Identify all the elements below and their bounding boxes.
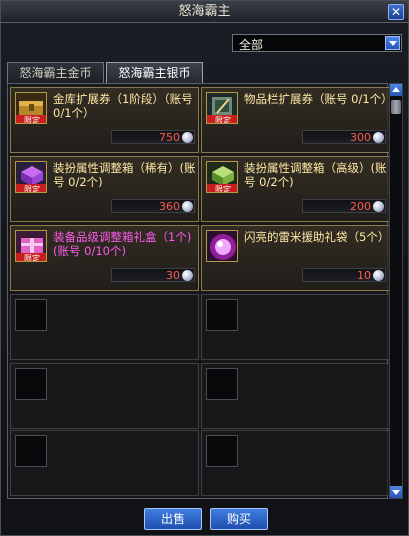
empty-icon-box xyxy=(15,435,47,467)
item-name: 装扮属性调整箱（高级）(账号 0/2个) xyxy=(244,161,387,189)
shop-window: 怒海霸主 ✕ 全部 怒海霸主金币 怒海霸主银币 限定 金库扩展券（1阶段）（账号… xyxy=(0,0,409,536)
limited-badge: 限定 xyxy=(24,253,40,262)
item-price: 30 xyxy=(166,269,180,282)
silver-coin-icon xyxy=(182,132,193,143)
gold-chest-icon: 限定 xyxy=(15,92,47,124)
glowing-bag-icon xyxy=(206,230,238,262)
empty-slot xyxy=(10,363,199,429)
vertical-scrollbar[interactable] xyxy=(389,83,403,499)
tab-silver-coin[interactable]: 怒海霸主银币 xyxy=(106,62,203,83)
item-name: 金库扩展券（1阶段）（账号 0/1个） xyxy=(53,92,193,120)
price-bar: 360 xyxy=(111,199,195,213)
green-box-icon: 限定 xyxy=(206,161,238,193)
scroll-thumb[interactable] xyxy=(391,100,401,114)
filter-selected-value: 全部 xyxy=(239,38,264,52)
window-title: 怒海霸主 xyxy=(178,4,231,19)
item-price: 360 xyxy=(159,200,180,213)
close-button[interactable]: ✕ xyxy=(388,4,404,20)
price-bar: 10 xyxy=(302,268,386,282)
category-filter-select[interactable]: 全部 xyxy=(232,34,402,52)
purple-box-icon: 限定 xyxy=(15,161,47,193)
limited-badge: 限定 xyxy=(215,115,231,124)
item-name: 闪亮的雷米援助礼袋（5个） xyxy=(244,230,390,244)
item-price: 10 xyxy=(357,269,371,282)
shop-item-slot[interactable]: 限定 装扮属性调整箱（高级）(账号 0/2个) 200 xyxy=(201,156,390,222)
empty-slot xyxy=(10,294,199,360)
item-name: 装备品级调整箱礼盒（1个)(账号 0/10个) xyxy=(53,230,192,258)
empty-slot xyxy=(201,294,390,360)
buy-button[interactable]: 购买 xyxy=(210,508,268,530)
pink-gift-box-icon: 限定 xyxy=(15,230,47,262)
price-bar: 750 xyxy=(111,130,195,144)
price-bar: 200 xyxy=(302,199,386,213)
silver-coin-icon xyxy=(373,201,384,212)
item-price: 300 xyxy=(350,131,371,144)
empty-slot xyxy=(10,430,199,496)
item-name: 物品栏扩展券（账号 0/1个） xyxy=(244,92,393,106)
shop-item-slot[interactable]: 限定 物品栏扩展券（账号 0/1个） 300 xyxy=(201,87,393,153)
silver-coin-icon xyxy=(373,270,384,281)
scroll-up-icon[interactable] xyxy=(390,84,402,96)
scroll-down-icon[interactable] xyxy=(390,486,402,498)
sell-button[interactable]: 出售 xyxy=(144,508,202,530)
item-name: 装扮属性调整箱（稀有）(账号 0/2个) xyxy=(53,161,196,189)
limited-badge: 限定 xyxy=(215,184,231,193)
shop-item-slot[interactable]: 限定 金库扩展券（1阶段）（账号 0/1个） 750 xyxy=(10,87,199,153)
item-grid: 限定 金库扩展券（1阶段）（账号 0/1个） 750 限定 物品栏扩展券（账号 … xyxy=(7,83,393,499)
chevron-down-icon[interactable] xyxy=(385,36,400,50)
silver-coin-icon xyxy=(373,132,384,143)
shop-item-slot-highlighted[interactable]: 限定 装备品级调整箱礼盒（1个)(账号 0/10个) 30 xyxy=(10,225,199,291)
tab-gold-coin[interactable]: 怒海霸主金币 xyxy=(7,62,104,83)
empty-slot xyxy=(201,430,390,496)
empty-slot xyxy=(201,363,390,429)
inventory-expand-icon: 限定 xyxy=(206,92,238,124)
price-bar: 30 xyxy=(111,268,195,282)
shop-item-slot[interactable]: 限定 装扮属性调整箱（稀有）(账号 0/2个) 360 xyxy=(10,156,199,222)
price-bar: 300 xyxy=(302,130,386,144)
empty-icon-box xyxy=(206,299,238,331)
empty-icon-box xyxy=(206,368,238,400)
close-icon: ✕ xyxy=(390,5,402,19)
empty-icon-box xyxy=(206,435,238,467)
empty-icon-box xyxy=(15,368,47,400)
silver-coin-icon xyxy=(182,201,193,212)
shop-item-slot[interactable]: 闪亮的雷米援助礼袋（5个） 10 xyxy=(201,225,390,291)
limited-badge: 限定 xyxy=(24,115,40,124)
title-bar: 怒海霸主 ✕ xyxy=(1,1,408,23)
limited-badge: 限定 xyxy=(24,184,40,193)
item-price: 200 xyxy=(350,200,371,213)
silver-coin-icon xyxy=(182,270,193,281)
empty-icon-box xyxy=(15,299,47,331)
item-price: 750 xyxy=(159,131,180,144)
